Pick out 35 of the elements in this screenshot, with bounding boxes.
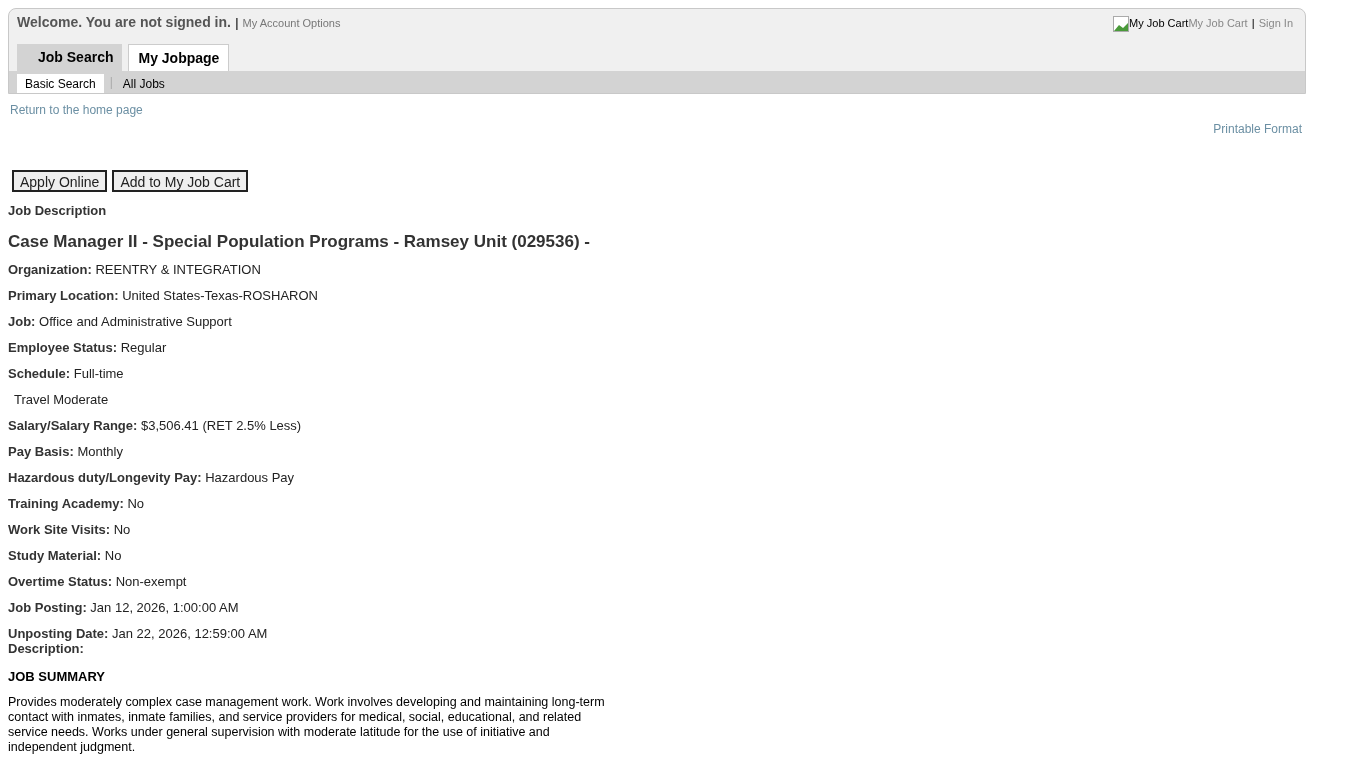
field-row-text: Hazardous duty/Longevity Pay: Hazardous Pay (8, 470, 296, 486)
field-row-text: Pay Basis: Monthly (8, 444, 124, 460)
nav-tab[interactable]: Job Search (17, 44, 123, 71)
field-row-text: Overtime Status: Non-exempt (8, 574, 188, 590)
field-row-text: Unposting Date: Jan 22, 2026, 12:59:00 AM (8, 626, 269, 642)
field-row-text: Study Material: No (8, 548, 123, 564)
field-row-text: Job Posting: Jan 12, 2026, 1:00:00 AM (8, 600, 240, 616)
action-button[interactable]: Apply Online (12, 170, 108, 192)
account-options-link[interactable]: My Account Options (242, 15, 341, 32)
subnav-tab[interactable]: Basic Search (17, 74, 104, 93)
separator: | (109, 74, 113, 91)
action-button[interactable]: Add to My Job Cart (112, 170, 249, 192)
field-row-text: Primary Location: United States-Texas-ROSHARON (8, 288, 319, 304)
nav-tab[interactable]: My Jobpage (128, 44, 230, 71)
section-label: Job Description (8, 203, 108, 219)
field-row-text: Travel Moderate (13, 392, 110, 408)
description-label: Description: (8, 642, 85, 656)
broken-image-icon (1113, 16, 1130, 32)
field-row-text: Salary/Salary Range: $3,506.41 (RET 2.5% Less) (8, 418, 303, 434)
subnav-tab[interactable]: All Jobs (118, 74, 169, 93)
welcome-text: Welcome. You are not signed in. (17, 13, 231, 32)
field-row-text: Job: Office and Administrative Support (8, 314, 233, 330)
cart-image-alt-text: My Job Cart (1129, 16, 1189, 31)
home-link[interactable]: Return to the home page (10, 103, 143, 117)
field-row-text: Employee Status: Regular (8, 340, 168, 356)
separator: | (234, 14, 239, 32)
job-title: Case Manager II - Special Population Programs - Ramsey Unit (029536) - (8, 232, 591, 252)
summary-heading: JOB SUMMARY (8, 669, 107, 685)
separator: | (1251, 16, 1255, 31)
field-row-text: Organization: REENTRY & INTEGRATION (8, 262, 262, 278)
summary-paragraph: Provides moderately complex case management work. Work involves developing and maintaining long-term contact with inmates, inmate families, and service providers for medical, social, educational, and related service needs. Works under general supervision with moderate latitude for the use of initiative and independent judgment. (8, 695, 606, 755)
field-row-text: Schedule: Full-time (8, 366, 125, 382)
field-row-text: Training Academy: No (8, 496, 146, 512)
field-row-text: Work Site Visits: No (8, 522, 132, 538)
printable-format-link[interactable]: Printable Format (1213, 120, 1302, 138)
